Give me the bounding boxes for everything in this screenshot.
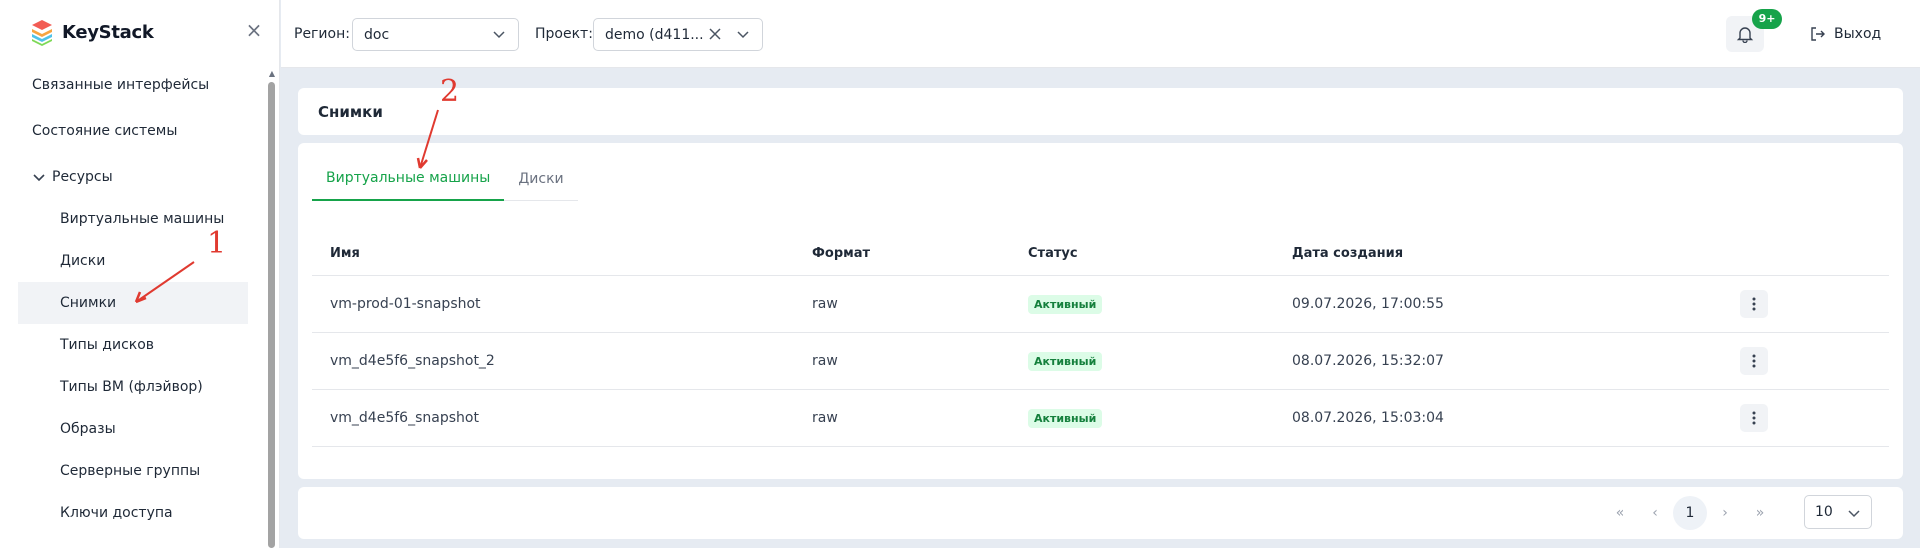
row-actions-button[interactable] [1740,404,1768,432]
sidebar-item-label: Связанные интерфейсы [32,77,210,93]
pagination-panel: « ‹ 1 › » 10 [298,487,1903,539]
sidebar-scrollbar[interactable] [268,82,275,548]
tab-virtual-machines[interactable]: Виртуальные машины [312,157,505,201]
annotation-number-2: 2 [440,74,460,109]
cell-format: raw [812,410,838,426]
sidebar-item-access-keys[interactable]: Ключи доступа [18,492,248,534]
chevron-down-icon [737,31,749,39]
sidebar-item-label: Серверные группы [60,463,201,479]
app-name: KeyStack [62,21,154,43]
cell-name: vm-prod-01-snapshot [330,296,481,312]
sidebar-item-linked-interfaces[interactable]: Связанные интерфейсы [18,64,248,106]
cell-created: 08.07.2026, 15:32:07 [1292,353,1444,369]
project-value: demo (d411... [605,26,704,43]
keystack-logo-icon [32,20,52,46]
tab-disks[interactable]: Диски [504,157,577,201]
column-header-format[interactable]: Формат [812,232,870,275]
top-header: Регион: doc Проект: demo (d411... [281,0,1920,68]
page-title-panel: Снимки [298,88,1903,135]
cell-name: vm_d4e5f6_snapshot [330,410,479,426]
page-size-value: 10 [1815,504,1833,520]
region-value: doc [364,26,390,43]
snapshots-panel: Виртуальные машины Диски Имя Формат Стат… [298,143,1903,479]
sidebar-item-label: Образы [60,421,116,437]
page-size-select[interactable]: 10 [1804,495,1872,529]
table-row[interactable]: vm_d4e5f6_snapshot raw Активный 08.07.20… [312,390,1889,447]
sidebar-item-label: Типы дисков [60,337,155,353]
logout-button[interactable]: Выход [1810,24,1881,44]
close-sidebar-icon[interactable]: × [244,20,264,40]
more-vertical-icon [1752,354,1756,368]
cell-format: raw [812,353,838,369]
column-header-status[interactable]: Статус [1028,232,1078,275]
chevron-down-icon [33,174,45,182]
table-row[interactable]: vm_d4e5f6_snapshot_2 raw Активный 08.07.… [312,333,1889,390]
sidebar-item-server-groups[interactable]: Серверные группы [18,450,248,492]
sidebar-item-flavors[interactable]: Типы ВМ (флэйвор) [18,366,248,408]
sidebar-item-label: Виртуальные машины [60,211,225,227]
sidebar-group-label: Ресурсы [52,169,113,185]
first-page-button[interactable]: « [1603,496,1637,530]
page-title: Снимки [318,103,383,121]
page-number-button[interactable]: 1 [1673,496,1707,530]
scroll-up-arrow-icon[interactable]: ▲ [268,70,276,78]
annotation-arrow-1-icon [134,261,195,304]
next-page-button[interactable]: › [1708,496,1742,530]
last-page-button[interactable]: » [1743,496,1777,530]
notifications-badge: 9+ [1752,9,1782,29]
sidebar-item-system-status[interactable]: Состояние системы [18,110,248,152]
project-select[interactable]: demo (d411... [593,18,763,51]
region-label: Регион: [294,26,350,42]
cell-name: vm_d4e5f6_snapshot_2 [330,353,495,369]
column-header-created[interactable]: Дата создания [1292,232,1403,275]
bell-icon [1736,27,1754,43]
table-row[interactable]: vm-prod-01-snapshot raw Активный 09.07.2… [312,276,1889,333]
logout-label: Выход [1834,26,1882,42]
snapshots-table: Имя Формат Статус Дата создания vm-prod-… [312,232,1889,447]
annotation-number-1: 1 [207,226,227,261]
annotation-arrow-2-icon [416,109,439,169]
sidebar-item-label: Диски [60,253,106,269]
row-actions-button[interactable] [1740,290,1768,318]
sidebar-item-images[interactable]: Образы [18,408,248,450]
tabs: Виртуальные машины Диски [312,157,578,201]
clear-icon[interactable] [708,27,722,41]
sidebar-item-label: Ключи доступа [60,505,173,521]
logout-icon [1811,27,1825,41]
cell-status: Активный [1028,333,1103,389]
chevron-down-icon [493,31,505,39]
cell-format: raw [812,296,838,312]
status-badge: Активный [1028,408,1103,428]
more-vertical-icon [1752,411,1756,425]
sidebar-item-label: Типы ВМ (флэйвор) [60,379,203,395]
column-header-name[interactable]: Имя [330,232,360,275]
sidebar-item-disk-types[interactable]: Типы дисков [18,324,248,366]
cell-status: Активный [1028,390,1103,446]
table-header: Имя Формат Статус Дата создания [312,232,1889,276]
sidebar-item-label: Состояние системы [32,123,178,139]
status-badge: Активный [1028,294,1103,314]
sidebar-group-resources[interactable]: Ресурсы [18,156,248,198]
status-badge: Активный [1028,351,1103,371]
row-actions-button[interactable] [1740,347,1768,375]
cell-created: 08.07.2026, 15:03:04 [1292,410,1444,426]
sidebar-item-label: Снимки [60,295,117,311]
project-label: Проект: [535,26,593,42]
logo[interactable]: KeyStack [30,16,154,48]
more-vertical-icon [1752,297,1756,311]
chevron-down-icon [1848,510,1860,518]
cell-created: 09.07.2026, 17:00:55 [1292,296,1444,312]
prev-page-button[interactable]: ‹ [1638,496,1672,530]
region-select[interactable]: doc [352,18,519,51]
cell-status: Активный [1028,276,1103,332]
